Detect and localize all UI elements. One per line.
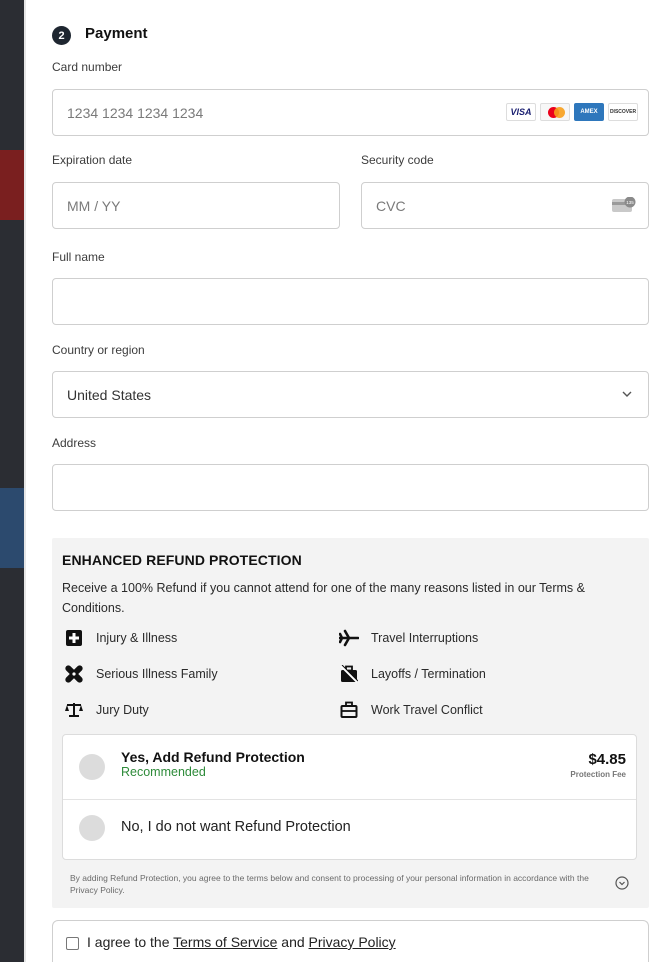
address-input[interactable] (53, 465, 648, 510)
privacy-policy-link[interactable]: Privacy Policy (309, 934, 396, 950)
visa-logo: VISA (506, 103, 536, 121)
agree-checkbox[interactable] (66, 937, 79, 950)
chevron-down-icon (622, 391, 632, 397)
radio-yes-refund[interactable] (79, 754, 105, 780)
address-label: Address (52, 436, 97, 450)
agree-and: and (277, 934, 309, 950)
security-code-input[interactable] (362, 183, 648, 228)
refund-protection-panel: ENHANCED REFUND PROTECTION Receive a 100… (52, 538, 649, 908)
background-page-strip (0, 0, 24, 962)
panel-divider (24, 0, 26, 962)
cvc-card-icon: 135 (612, 197, 636, 212)
feature-item: Travel Interruptions (339, 629, 478, 647)
full-name-label: Full name (52, 250, 105, 264)
feature-label: Serious Illness Family (96, 667, 218, 681)
feature-label: Layoffs / Termination (371, 667, 486, 681)
discover-logo: DISCOVER (608, 103, 638, 121)
protection-price: $4.85 (588, 751, 626, 768)
feature-label: Work Travel Conflict (371, 703, 483, 717)
no-briefcase-icon (339, 665, 359, 683)
terms-agreement: I agree to the Terms of Service and Priv… (52, 920, 649, 962)
refund-description: Receive a 100% Refund if you cannot atte… (62, 581, 585, 615)
first-aid-icon (64, 629, 84, 647)
section-title: Payment (85, 25, 148, 42)
feature-label: Injury & Illness (96, 631, 178, 645)
country-label: Country or region (52, 343, 145, 357)
refund-fine-print: By adding Refund Protection, you agree t… (70, 873, 589, 895)
background-banner (0, 150, 24, 220)
full-name-field[interactable] (52, 278, 649, 325)
feature-item: Jury Duty (64, 701, 149, 719)
full-name-input[interactable] (53, 279, 648, 324)
option-yes-label[interactable]: Yes, Add Refund Protection (121, 749, 305, 765)
terms-of-service-link[interactable]: Terms of Service (173, 934, 277, 950)
country-value: United States (67, 386, 152, 403)
security-code-field[interactable]: 135 (361, 182, 649, 229)
mastercard-logo (540, 103, 570, 121)
country-select[interactable]: United States (52, 371, 649, 418)
bandage-icon (64, 665, 84, 683)
feature-label: Jury Duty (96, 703, 149, 717)
feature-item: Layoffs / Termination (339, 665, 486, 683)
amex-logo: AMEX (574, 103, 604, 121)
step-number-badge: 2 (52, 26, 71, 45)
feature-item: Work Travel Conflict (339, 701, 483, 719)
card-number-field[interactable]: VISA AMEX DISCOVER (52, 89, 649, 136)
expiration-label: Expiration date (52, 153, 133, 167)
expiration-input[interactable] (53, 183, 339, 228)
agree-prefix: I agree to the (87, 934, 174, 950)
background-banner (0, 488, 24, 568)
agree-text: I agree to the Terms of Service and Priv… (87, 934, 396, 950)
feature-item: Injury & Illness (64, 629, 177, 647)
options-divider (63, 799, 636, 800)
recommended-badge: Recommended (121, 765, 206, 779)
feature-label: Travel Interruptions (371, 631, 479, 645)
briefcase-icon (339, 701, 359, 719)
refund-options: Yes, Add Refund Protection Recommended $… (62, 734, 637, 860)
refund-title: ENHANCED REFUND PROTECTION (62, 552, 302, 568)
address-field[interactable] (52, 464, 649, 511)
scales-icon (64, 701, 84, 719)
protection-fee-label: Protection Fee (570, 770, 626, 779)
expand-chevron-icon[interactable] (615, 876, 629, 890)
card-number-label: Card number (52, 60, 123, 74)
svg-text:135: 135 (626, 200, 634, 205)
card-brand-logos: VISA AMEX DISCOVER (506, 103, 638, 121)
security-code-label: Security code (361, 153, 434, 167)
option-no-label[interactable]: No, I do not want Refund Protection (121, 819, 351, 835)
radio-no-refund[interactable] (79, 815, 105, 841)
feature-item: Serious Illness Family (64, 665, 218, 683)
expiration-field[interactable] (52, 182, 340, 229)
airplane-icon (339, 629, 359, 647)
